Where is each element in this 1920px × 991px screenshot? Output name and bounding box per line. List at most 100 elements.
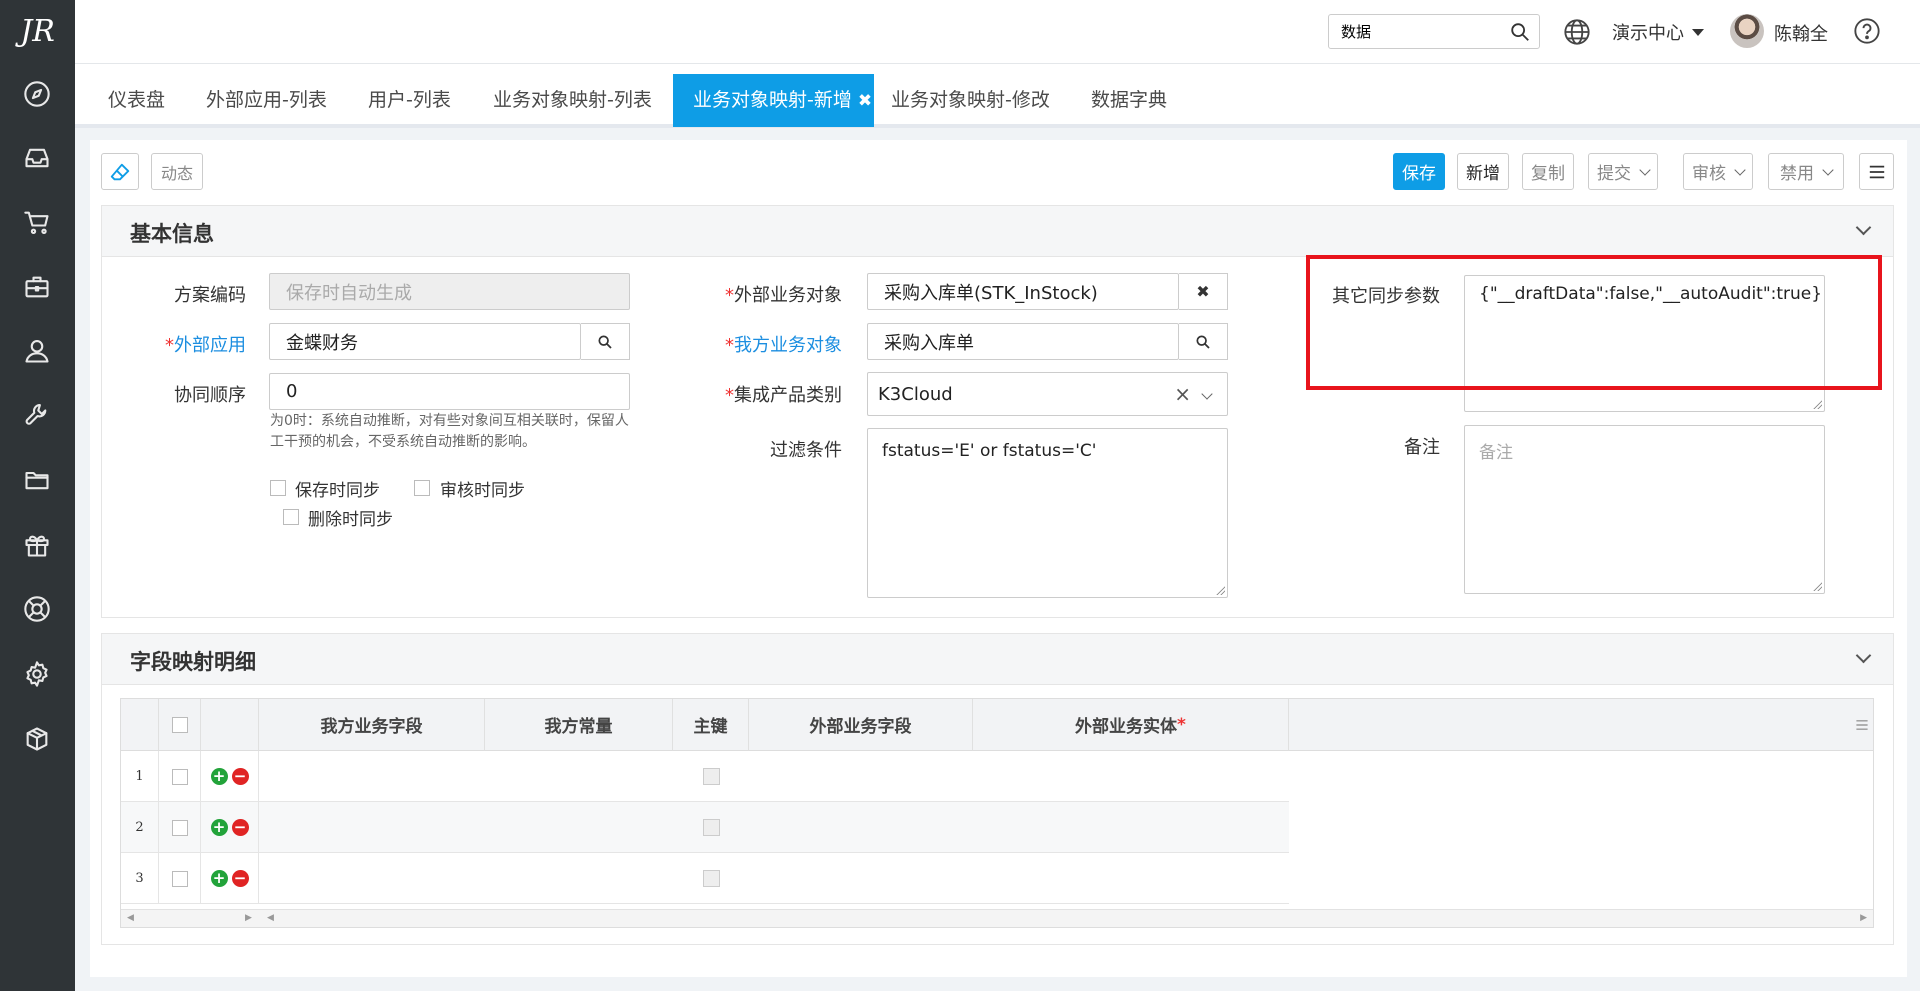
add-row-icon[interactable]: + [210,819,228,836]
remark-textarea[interactable]: 备注 [1464,425,1825,594]
new-button[interactable]: 新增 [1457,153,1509,190]
scroll-left-icon[interactable]: ◀ [267,913,274,923]
product-value: K3Cloud [878,383,953,405]
ext-obj-clear-button[interactable]: ✖ [1179,273,1228,310]
order-input[interactable]: 0 [269,373,630,410]
chevron-down-icon[interactable] [1855,647,1872,664]
delete-sync-label[interactable]: 删除时同步 [308,505,393,530]
resize-handle[interactable] [1812,581,1822,591]
mapping-header[interactable]: 字段映射明细 [101,633,1894,685]
search-input[interactable] [1341,22,1501,40]
scroll-left-icon[interactable]: ◀ [127,913,134,923]
help-icon[interactable] [1853,17,1881,45]
highlight-annotation [1306,255,1882,390]
grid-header-ext-field[interactable]: 外部业务字段 [749,699,973,751]
add-row-icon[interactable]: + [210,768,228,785]
ext-obj-field[interactable]: 采购入库单(STK_InStock) [867,273,1179,310]
search-icon [1196,334,1210,349]
user-icon[interactable] [20,334,54,368]
ext-obj-label-text: 外部业务对象 [734,285,842,306]
grid-header-ext-entity[interactable]: 外部业务实体 * [973,699,1289,751]
avatar[interactable] [1730,14,1764,48]
chevron-down-icon[interactable] [1855,219,1872,236]
search-icon[interactable] [1509,21,1531,43]
disable-dropdown[interactable]: 禁用 [1768,153,1844,190]
remove-row-icon[interactable]: − [231,870,249,887]
primary-key-checkbox[interactable] [702,819,720,836]
tab-user-list[interactable]: 用户-列表 [348,74,471,127]
globe-icon[interactable] [1563,18,1591,46]
resize-handle[interactable] [1215,585,1225,595]
ext-field-cell[interactable] [749,853,1289,904]
my-field-cell[interactable] [259,802,673,853]
audit-dropdown[interactable]: 审核 [1683,153,1753,190]
save-sync-label[interactable]: 保存时同步 [295,476,380,501]
my-field-cell[interactable] [259,853,673,904]
my-obj-field[interactable]: 采购入库单 [867,323,1179,360]
primary-key-checkbox[interactable] [702,768,720,785]
ext-field-cell[interactable] [749,751,1289,802]
tab-mapping-new[interactable]: 业务对象映射-新增 ✖ [673,74,875,127]
copy-button[interactable]: 复制 [1522,153,1574,190]
folder-icon[interactable] [20,463,54,497]
my-obj-value: 采购入库单 [884,332,974,354]
cube-icon[interactable] [20,722,54,756]
product-select[interactable]: K3Cloud × [867,372,1228,416]
eraser-button[interactable] [101,153,139,190]
grid-header-primary-key[interactable]: 主键 [673,699,749,751]
briefcase-icon[interactable] [20,270,54,304]
grid-header-my-constant[interactable]: 我方常量 [485,699,673,751]
tab-label: 业务对象映射-新增 [693,89,852,111]
tab-mapping-list[interactable]: 业务对象映射-列表 [473,74,672,127]
grid-header-my-field[interactable]: 我方业务字段 [259,699,485,751]
column-menu-icon[interactable] [1855,718,1869,732]
scroll-right-icon[interactable]: ▶ [1860,913,1867,923]
row-checkbox[interactable] [171,819,188,836]
row-checkbox[interactable] [171,768,188,785]
app-logo[interactable]: JR [0,0,75,62]
basic-info-header[interactable]: 基本信息 [101,205,1894,257]
global-search[interactable] [1328,14,1540,49]
row-checkbox[interactable] [171,870,188,887]
add-row-icon[interactable]: + [210,870,228,887]
lifebuoy-icon[interactable] [20,592,54,626]
my-field-cell[interactable] [259,751,673,802]
remove-row-icon[interactable]: − [231,819,249,836]
horizontal-scrollbar[interactable]: ◀ ▶ ◀ ▶ [121,909,1873,927]
select-all-checkbox[interactable] [171,716,188,733]
my-obj-search-button[interactable] [1179,323,1228,360]
filter-textarea[interactable]: fstatus='E' or fstatus='C' [867,428,1228,598]
submit-dropdown[interactable]: 提交 [1588,153,1658,190]
gift-icon[interactable] [20,528,54,562]
cart-icon[interactable] [20,205,54,239]
remove-row-icon[interactable]: − [231,768,249,785]
my-obj-label-text: 我方业务对象 [734,335,842,356]
audit-sync-label[interactable]: 审核时同步 [440,476,525,501]
ext-app-search-button[interactable] [581,323,630,360]
product-label-text: 集成产品类别 [734,385,842,406]
ext-app-field[interactable]: 金蝶财务 [269,323,581,360]
dynamic-button[interactable]: 动态 [151,153,203,190]
user-name[interactable]: 陈翰全 [1774,20,1828,46]
menu-button[interactable] [1859,153,1894,190]
audit-sync-checkbox[interactable] [414,480,430,496]
ext-field-cell[interactable] [749,802,1289,853]
resize-handle[interactable] [1812,399,1822,409]
close-icon[interactable]: ✖ [858,91,872,111]
scroll-right-icon[interactable]: ▶ [245,913,252,923]
tab-external-app-list[interactable]: 外部应用-列表 [186,74,347,127]
org-selector[interactable]: 演示中心 [1612,19,1704,45]
tab-data-dictionary[interactable]: 数据字典 [1071,74,1187,127]
primary-key-checkbox[interactable] [702,870,720,887]
inbox-icon[interactable] [20,141,54,175]
save-sync-checkbox[interactable] [270,480,286,496]
tab-mapping-edit[interactable]: 业务对象映射-修改 [871,74,1070,127]
save-button[interactable]: 保存 [1393,153,1445,190]
gear-icon[interactable] [20,657,54,691]
compass-icon[interactable] [20,77,54,111]
clear-icon[interactable]: × [1174,382,1191,406]
search-icon [598,334,612,349]
delete-sync-checkbox[interactable] [283,509,299,525]
tab-dashboard[interactable]: 仪表盘 [88,74,185,127]
wrench-icon[interactable] [20,398,54,432]
